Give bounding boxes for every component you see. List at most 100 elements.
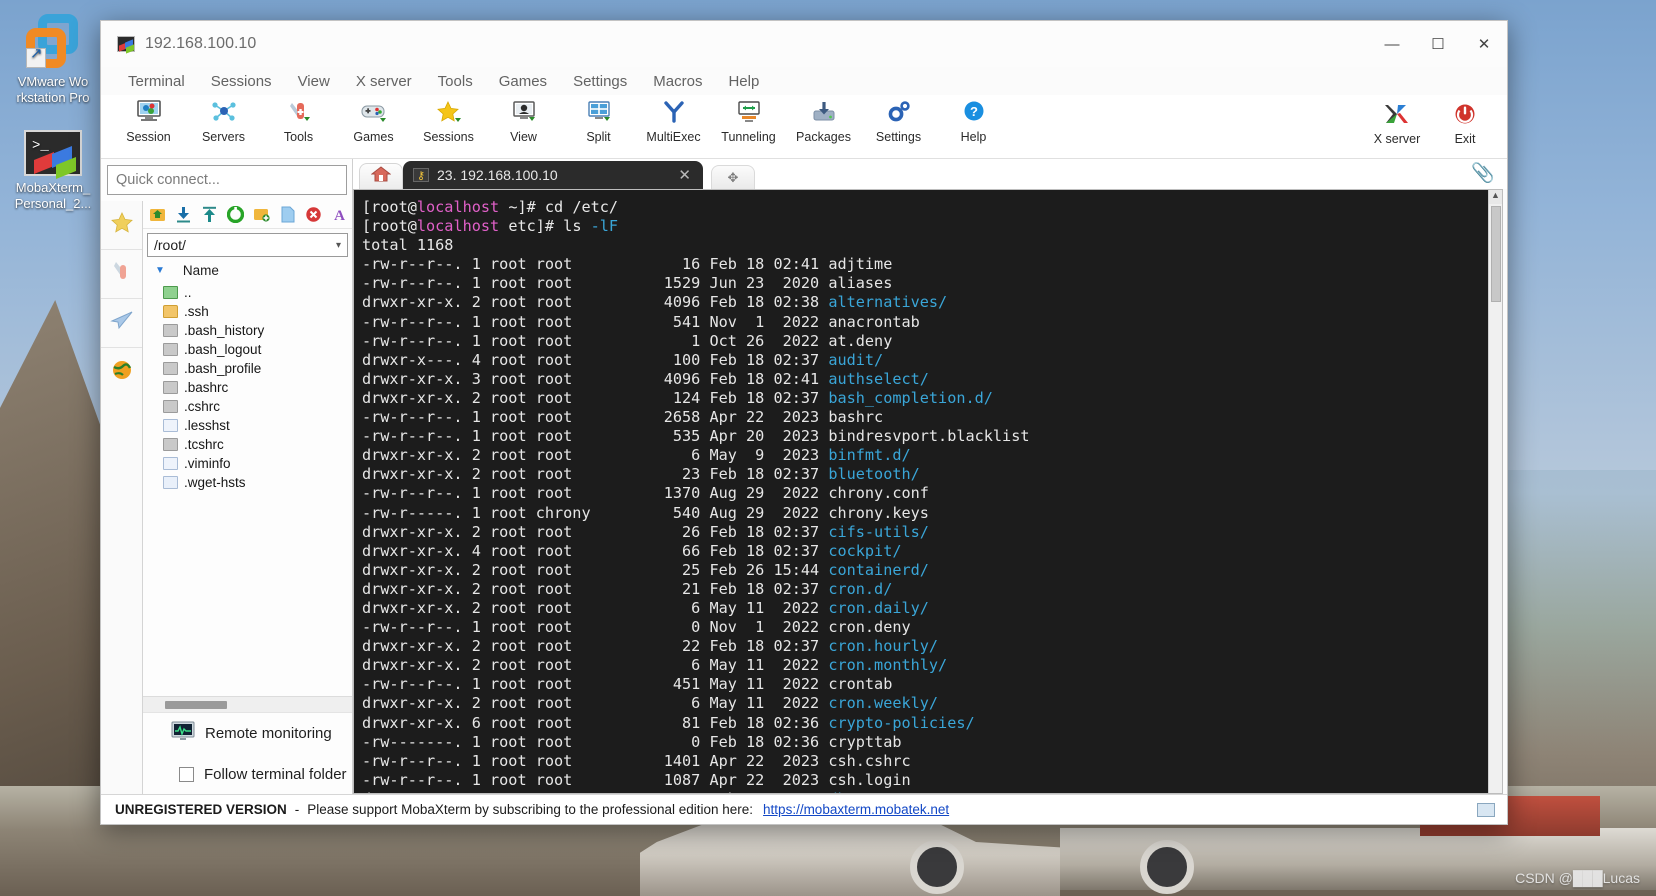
menu-item-settings[interactable]: Settings: [560, 71, 640, 92]
tab-strip: ⚷ 23. 192.168.100.10 ✕ ✥ 📎: [353, 159, 1507, 189]
sidebar-tab-tools[interactable]: [101, 250, 142, 299]
toolbar: Session Servers Tools Games Sessions Vie…: [101, 95, 1507, 159]
toolbar-button-x-server[interactable]: X server: [1363, 97, 1431, 146]
menu-item-x-server[interactable]: X server: [343, 71, 425, 92]
view-icon: [486, 97, 561, 127]
shell-file-icon: [163, 400, 178, 413]
vmware-icon: [24, 12, 82, 70]
menu-item-tools[interactable]: Tools: [425, 71, 486, 92]
tab-home[interactable]: [359, 163, 403, 189]
list-item[interactable]: .cshrc: [143, 397, 352, 416]
new-file-icon[interactable]: [279, 206, 296, 223]
sidebar-tab-sftp[interactable]: [101, 299, 142, 348]
menu-item-help[interactable]: Help: [715, 71, 772, 92]
toolbar-label: Sessions: [423, 130, 474, 144]
home-icon: [370, 165, 392, 188]
toolbar-button-split[interactable]: Split: [561, 95, 636, 144]
text-file-icon: [163, 457, 178, 470]
terminal-output[interactable]: [root@localhost ~]# cd /etc/ [root@local…: [354, 190, 1488, 793]
upload-icon[interactable]: [201, 206, 218, 223]
toolbar-button-games[interactable]: Games: [336, 95, 411, 144]
sort-caret-icon: ▼: [155, 264, 165, 276]
new-folder-icon[interactable]: [253, 206, 270, 223]
refresh-icon[interactable]: [226, 205, 245, 224]
toolbar-button-session[interactable]: Session: [111, 95, 186, 144]
toolbar-button-multiexec[interactable]: MultiExec: [636, 95, 711, 144]
scroll-up-icon[interactable]: ▲: [1489, 190, 1502, 204]
file-name: ..: [184, 285, 192, 300]
list-item[interactable]: .bashrc: [143, 378, 352, 397]
download-icon[interactable]: [175, 206, 192, 223]
toolbar-label: Split: [586, 130, 611, 144]
follow-terminal-folder-row[interactable]: Follow terminal folder: [143, 754, 352, 794]
paperclip-icon[interactable]: 📎: [1471, 161, 1495, 185]
window-body: Quick connect... A /root/ ▾ ▼ Name .. .s…: [101, 159, 1507, 794]
sftp-horizontal-scrollbar[interactable]: [143, 696, 352, 712]
x-server-icon: [1363, 99, 1431, 129]
monitor-icon: [171, 721, 195, 746]
list-item[interactable]: .bash_profile: [143, 359, 352, 378]
list-item[interactable]: .tcshrc: [143, 435, 352, 454]
quick-connect-input[interactable]: Quick connect...: [107, 165, 347, 195]
close-button[interactable]: ✕: [1461, 21, 1507, 67]
mobaxterm-icon: >_: [24, 130, 82, 180]
tab-new-button[interactable]: ✥: [711, 165, 755, 189]
toolbar-button-servers[interactable]: Servers: [186, 95, 261, 144]
sftp-path-input[interactable]: /root/ ▾: [147, 233, 348, 257]
ascii-icon[interactable]: A: [331, 206, 348, 224]
toolbar-button-tools[interactable]: Tools: [261, 95, 336, 144]
sftp-column-header-name[interactable]: ▼ Name: [143, 259, 352, 281]
mobaxterm-window: 192.168.100.10 — ☐ ✕ Terminal Sessions V…: [100, 20, 1508, 825]
remote-monitoring-button[interactable]: Remote monitoring: [143, 712, 352, 754]
delete-icon[interactable]: [305, 206, 322, 223]
menu-item-sessions[interactable]: Sessions: [198, 71, 285, 92]
window-title: 192.168.100.10: [145, 35, 257, 52]
menu-item-macros[interactable]: Macros: [640, 71, 715, 92]
tab-session[interactable]: ⚷ 23. 192.168.100.10 ✕: [403, 161, 703, 189]
toolbar-button-settings[interactable]: Settings: [861, 95, 936, 144]
shell-file-icon: [163, 362, 178, 375]
toolbar-button-view[interactable]: View: [486, 95, 561, 144]
status-monitor-icon[interactable]: [1477, 802, 1495, 817]
sidebar-tab-favorites[interactable]: [101, 201, 142, 250]
file-name: .ssh: [184, 304, 209, 319]
toolbar-label: Servers: [201, 130, 246, 144]
status-link[interactable]: https://mobaxterm.mobatek.net: [763, 802, 949, 817]
tab-close-icon[interactable]: ✕: [656, 166, 691, 184]
list-item[interactable]: ..: [143, 283, 352, 302]
sftp-browser: A /root/ ▾ ▼ Name .. .ssh .bash_history: [143, 201, 352, 794]
status-message: Please support MobaXterm by subscribing …: [307, 802, 754, 817]
desktop-icon-vmware-workstation[interactable]: VMware Wo rkstation Pro: [5, 12, 101, 106]
up-folder-icon[interactable]: [149, 206, 166, 223]
desktop-icon-label-line2: rkstation Pro: [16, 90, 90, 105]
menu-item-view[interactable]: View: [285, 71, 343, 92]
list-item[interactable]: .ssh: [143, 302, 352, 321]
file-name: .bash_history: [184, 323, 265, 338]
list-item[interactable]: .lesshst: [143, 416, 352, 435]
toolbar-button-packages[interactable]: Packages: [786, 95, 861, 144]
list-item[interactable]: .bash_logout: [143, 340, 352, 359]
toolbar-button-tunneling[interactable]: Tunneling: [711, 95, 786, 144]
chevron-down-icon[interactable]: ▾: [336, 240, 341, 251]
toolbar-button-exit[interactable]: Exit: [1431, 97, 1499, 146]
terminal-scrollbar[interactable]: ▲: [1488, 190, 1502, 793]
list-item[interactable]: .viminfo: [143, 454, 352, 473]
list-item[interactable]: .wget-hsts: [143, 473, 352, 492]
toolbar-button-help[interactable]: ? Help: [936, 95, 1011, 144]
toolbar-button-sessions[interactable]: Sessions: [411, 95, 486, 144]
games-icon: [336, 97, 411, 127]
menu-item-terminal[interactable]: Terminal: [115, 71, 198, 92]
sidebar-tab-macros[interactable]: [101, 348, 142, 397]
desktop-icon-mobaxterm[interactable]: >_ MobaXterm_ Personal_2...: [5, 130, 101, 212]
quick-connect-placeholder: Quick connect...: [116, 172, 220, 188]
list-item[interactable]: .bash_history: [143, 321, 352, 340]
scrollbar-thumb[interactable]: [1491, 206, 1501, 302]
plus-icon: ✥: [727, 169, 739, 185]
file-name: .bash_profile: [184, 361, 262, 376]
menu-item-games[interactable]: Games: [486, 71, 560, 92]
sftp-file-list[interactable]: .. .ssh .bash_history .bash_logout .bash…: [143, 281, 352, 696]
scrollbar-thumb[interactable]: [165, 701, 227, 709]
minimize-button[interactable]: —: [1369, 21, 1415, 67]
follow-terminal-folder-checkbox[interactable]: [179, 766, 194, 782]
maximize-button[interactable]: ☐: [1415, 21, 1461, 67]
